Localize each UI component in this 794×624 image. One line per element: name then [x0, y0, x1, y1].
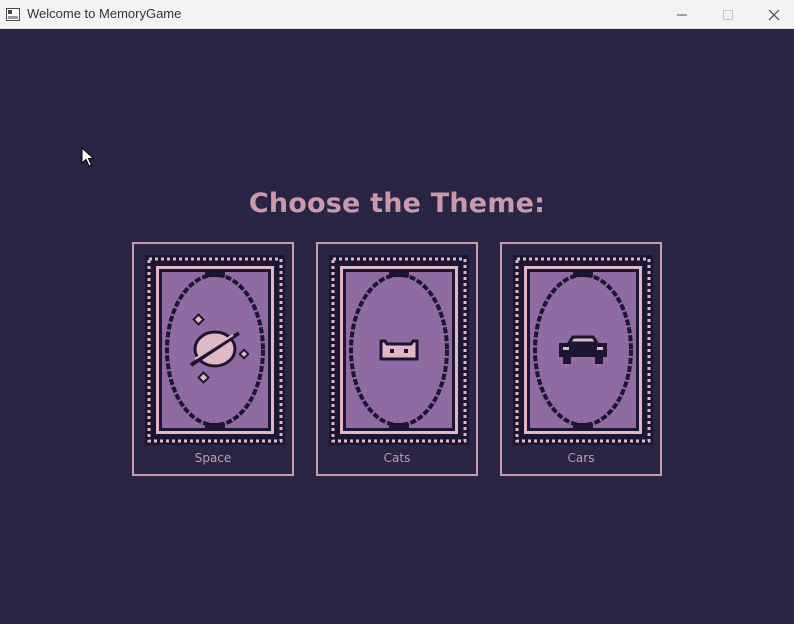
mouse-cursor-icon: [81, 147, 95, 167]
theme-label-cats: Cats: [383, 451, 411, 465]
window-titlebar: Welcome to MemoryGame: [0, 0, 794, 29]
page-title: Choose the Theme:: [248, 188, 546, 219]
cat-icon: [379, 339, 419, 361]
theme-card-cars[interactable]: Cars: [500, 242, 662, 476]
theme-card-space[interactable]: Space: [132, 242, 294, 476]
card-back-art: [145, 255, 285, 445]
window-title: Welcome to MemoryGame: [27, 6, 182, 21]
card-back-art: [329, 255, 469, 445]
theme-label-cars: Cars: [567, 451, 595, 465]
minimize-button[interactable]: [659, 0, 705, 29]
close-button[interactable]: [751, 0, 794, 29]
close-icon: [768, 9, 780, 21]
minimize-icon: [677, 14, 687, 16]
maximize-icon: [723, 10, 733, 20]
maximize-button[interactable]: [705, 0, 751, 29]
card-back-art: [513, 255, 653, 445]
app-icon: [6, 8, 20, 21]
theme-label-space: Space: [194, 451, 232, 465]
theme-card-cats[interactable]: Cats: [316, 242, 478, 476]
